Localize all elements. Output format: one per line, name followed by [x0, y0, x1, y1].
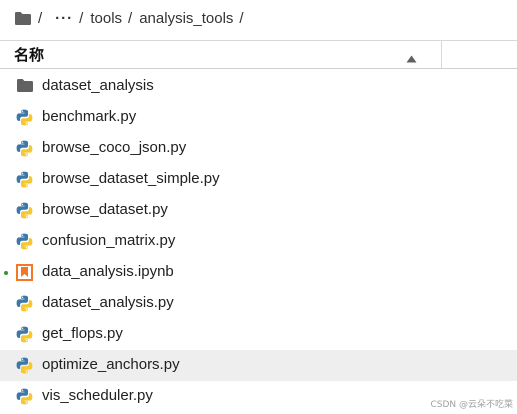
python-icon	[16, 357, 33, 374]
file-row[interactable]: optimize_anchors.py	[0, 350, 517, 381]
file-name: data_analysis.ipynb	[42, 263, 174, 280]
file-list: dataset_analysis benchmark.py browse_coco_…	[0, 71, 517, 412]
file-row[interactable]: benchmark.py	[0, 102, 517, 133]
python-icon	[16, 109, 33, 126]
file-list-header: 名称	[0, 40, 517, 69]
python-icon	[16, 202, 33, 219]
file-row[interactable]: get_flops.py	[0, 319, 517, 350]
running-indicator-icon	[4, 271, 8, 275]
python-icon	[16, 388, 33, 405]
file-name: browse_dataset_simple.py	[42, 170, 220, 187]
notebook-icon	[16, 264, 33, 281]
file-name: benchmark.py	[42, 108, 137, 125]
folder-row[interactable]: dataset_analysis	[0, 71, 517, 102]
file-row[interactable]: dataset_analysis.py	[0, 288, 517, 319]
file-row[interactable]: browse_dataset_simple.py	[0, 164, 517, 195]
file-name: get_flops.py	[42, 325, 123, 342]
python-icon	[16, 171, 33, 188]
file-row[interactable]: confusion_matrix.py	[0, 226, 517, 257]
modified-column-header[interactable]	[442, 41, 517, 68]
breadcrumb-separator: /	[239, 9, 244, 27]
breadcrumb-separator: /	[79, 9, 84, 27]
file-name: browse_coco_json.py	[42, 139, 187, 156]
name-column-header[interactable]: 名称	[0, 41, 442, 68]
file-name: dataset_analysis	[42, 77, 154, 94]
sort-ascending-icon[interactable]	[406, 50, 417, 68]
file-row[interactable]: data_analysis.ipynb	[0, 257, 517, 288]
file-browser: / ··· / tools / analysis_tools / 名称 data…	[0, 0, 517, 414]
home-folder-icon[interactable]	[14, 11, 32, 26]
breadcrumb-separator: /	[128, 9, 133, 27]
python-icon	[16, 295, 33, 312]
name-column-label: 名称	[14, 46, 45, 64]
python-icon	[16, 233, 33, 250]
breadcrumb: / ··· / tools / analysis_tools /	[14, 4, 251, 32]
breadcrumb-ellipsis[interactable]: ···	[55, 10, 73, 27]
file-name: confusion_matrix.py	[42, 232, 176, 249]
file-name: dataset_analysis.py	[42, 294, 174, 311]
breadcrumb-separator: /	[38, 9, 43, 27]
file-row[interactable]: browse_dataset.py	[0, 195, 517, 226]
breadcrumb-item-analysis-tools[interactable]: analysis_tools	[139, 10, 233, 27]
file-name: vis_scheduler.py	[42, 387, 153, 404]
watermark: CSDN @云朵不吃菜	[430, 400, 513, 410]
python-icon	[16, 326, 33, 343]
breadcrumb-item-tools[interactable]: tools	[90, 10, 122, 27]
python-icon	[16, 140, 33, 157]
file-row[interactable]: browse_coco_json.py	[0, 133, 517, 164]
file-name: optimize_anchors.py	[42, 356, 180, 373]
folder-icon	[16, 78, 33, 95]
file-name: browse_dataset.py	[42, 201, 168, 218]
